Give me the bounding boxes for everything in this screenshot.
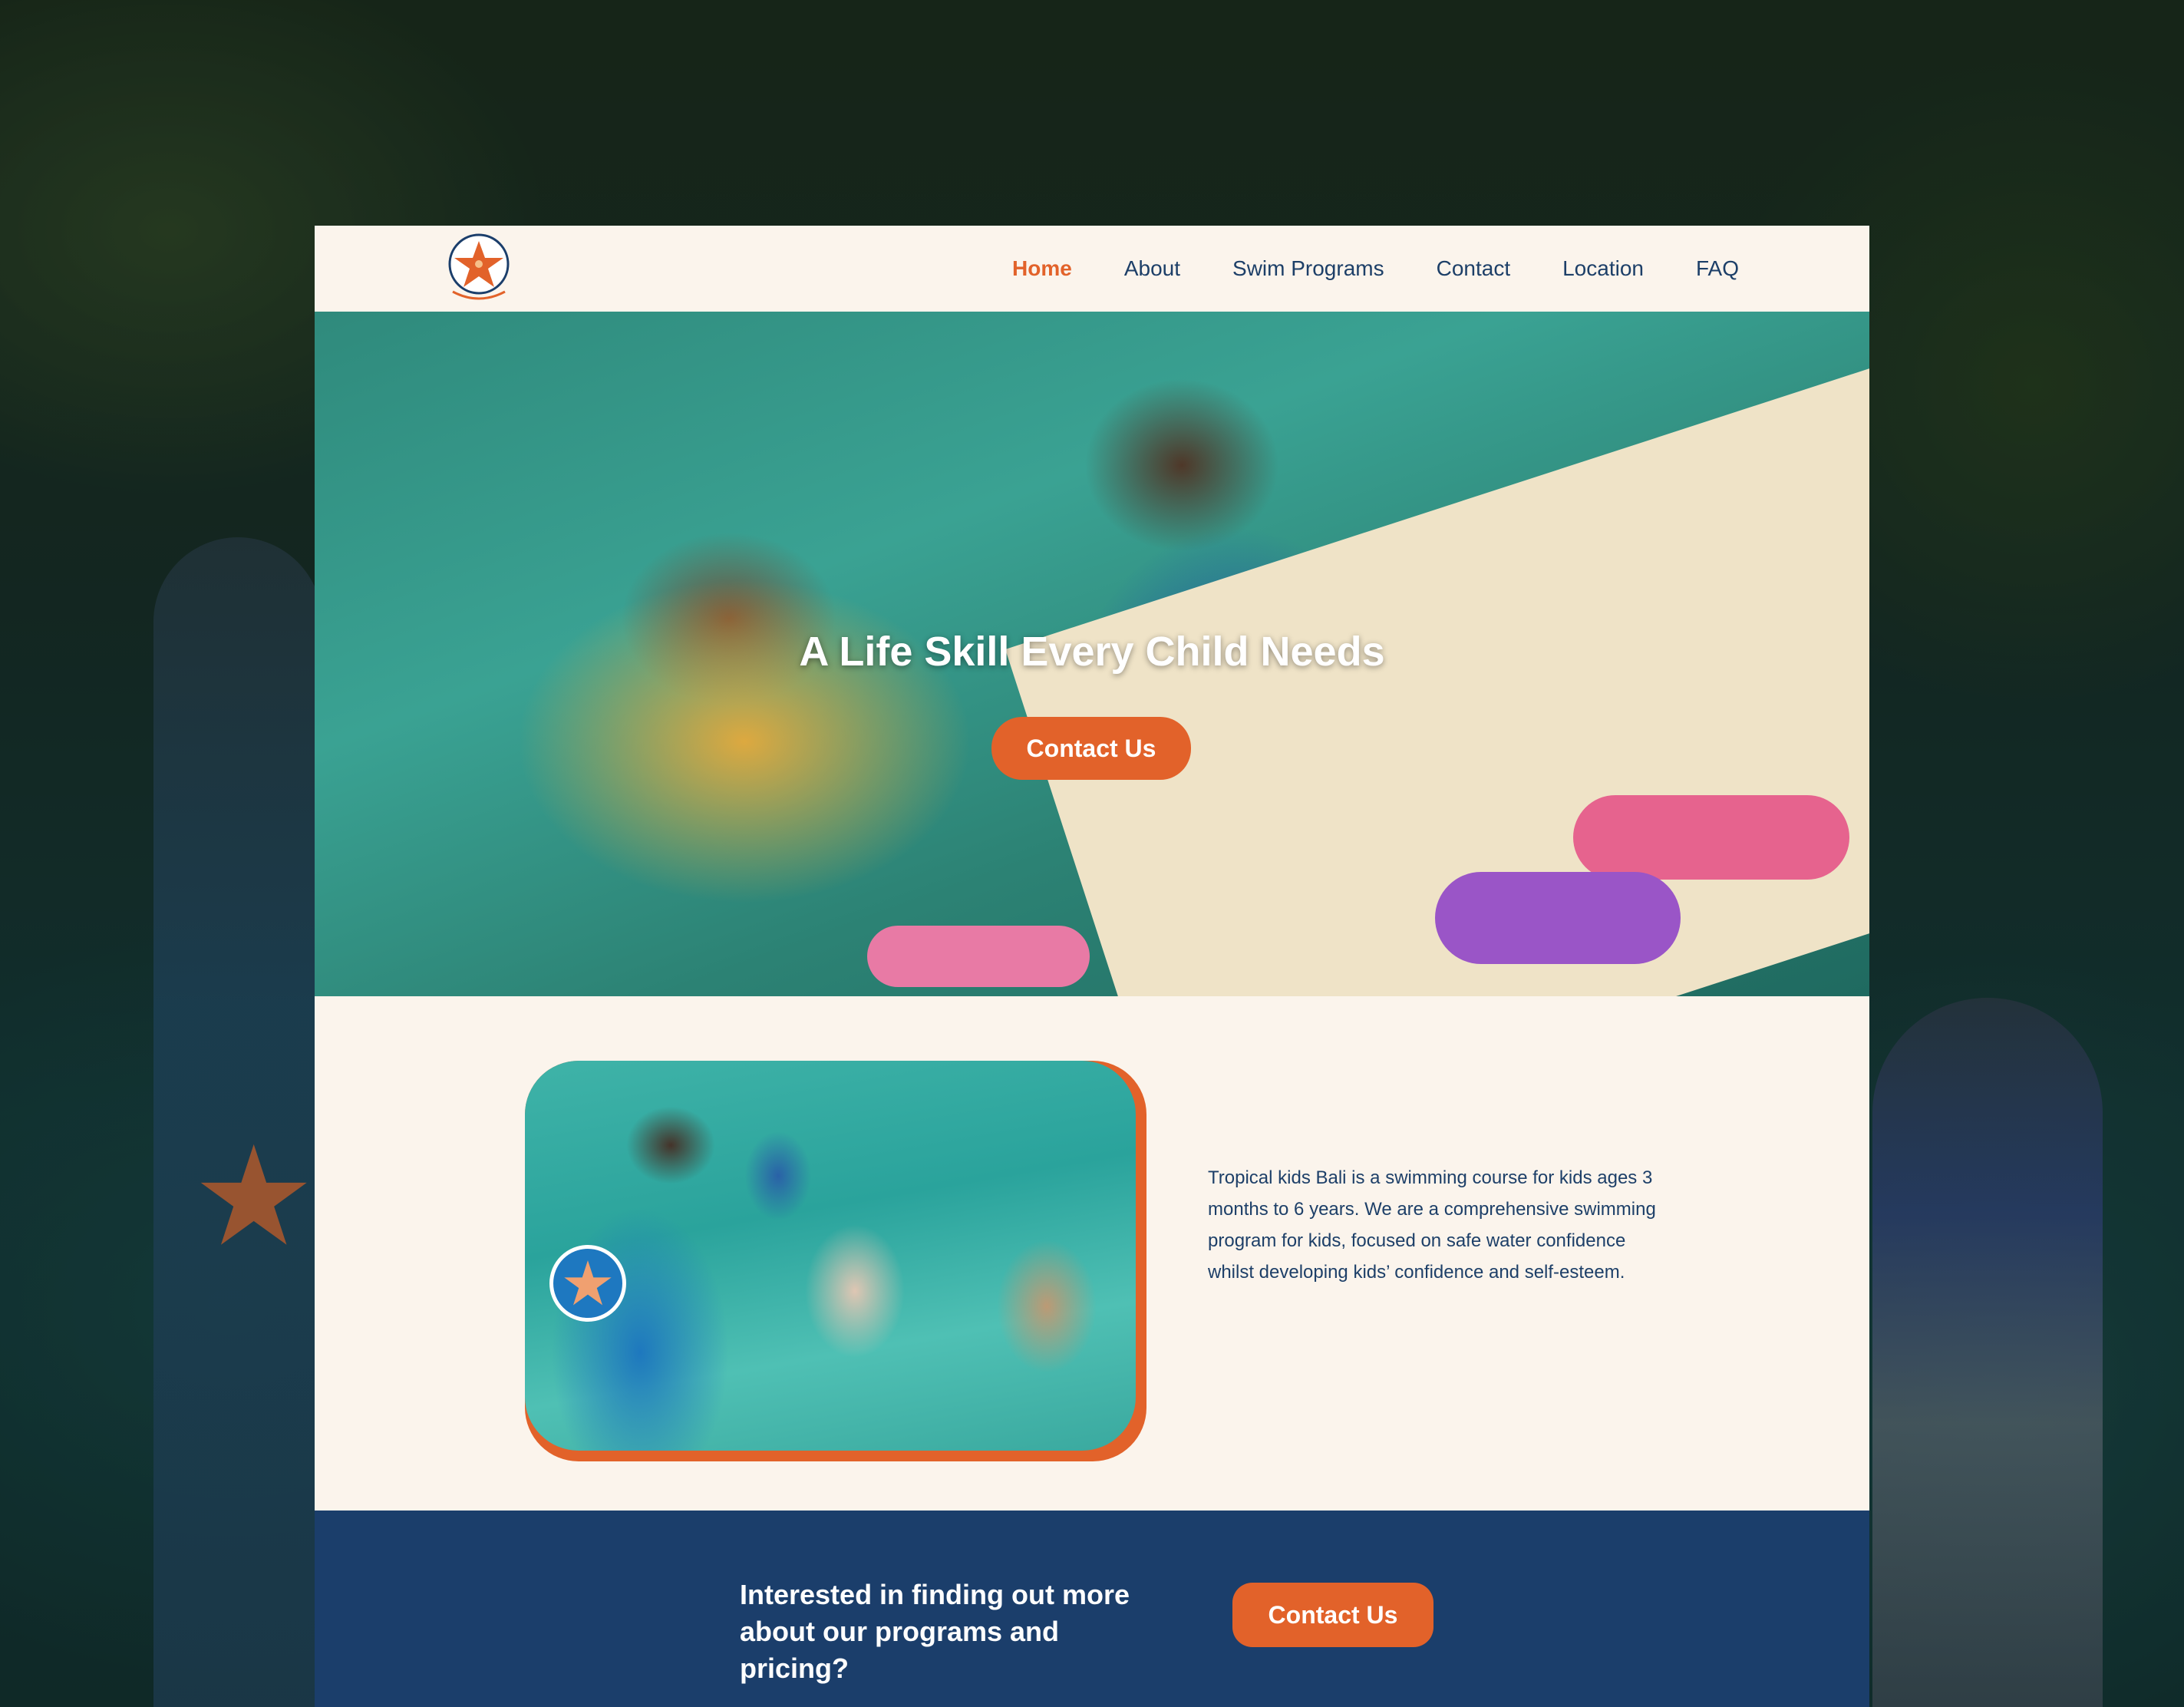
- navbar: Home About Swim Programs Contact Locatio…: [315, 226, 1869, 312]
- hero-photo-pink-foam-toy-2: [867, 926, 1090, 987]
- nav-home[interactable]: Home: [1012, 256, 1072, 281]
- swim-lesson-photo: ★: [525, 1061, 1136, 1451]
- cta-text: Interested in finding out more about our…: [740, 1577, 1170, 1687]
- nav-about[interactable]: About: [1124, 256, 1180, 281]
- background-child-figure: [1872, 998, 2103, 1707]
- nav-swim-programs[interactable]: Swim Programs: [1232, 256, 1384, 281]
- shirt-star-logo: ★: [549, 1245, 626, 1322]
- cta-text-line-1: Interested in finding out more: [740, 1579, 1130, 1610]
- nav-links: Home About Swim Programs Contact Locatio…: [1012, 226, 1739, 312]
- hero-title: A Life Skill Every Child Needs: [799, 629, 1385, 675]
- nav-contact[interactable]: Contact: [1437, 256, 1511, 281]
- website-page: Home About Swim Programs Contact Locatio…: [315, 226, 1869, 1707]
- hero-photo-pink-foam-toy: [1573, 795, 1849, 880]
- hero-photo-purple-foam-toy: [1435, 872, 1681, 964]
- cta-text-line-2: about our programs and pricing?: [740, 1616, 1060, 1684]
- hero-section: A Life Skill Every Child Needs Contact U…: [315, 312, 1869, 996]
- about-description: Tropical kids Bali is a swimming course …: [1208, 1167, 1656, 1283]
- about-image-frame: ★: [525, 1061, 1146, 1461]
- hero-contact-button[interactable]: Contact Us: [991, 717, 1191, 780]
- background-star-graphic: ★: [192, 1117, 316, 1277]
- tropical-kids-logo[interactable]: [444, 232, 514, 305]
- cta-contact-button[interactable]: Contact Us: [1232, 1583, 1433, 1647]
- nav-faq[interactable]: FAQ: [1696, 256, 1739, 281]
- nav-location[interactable]: Location: [1562, 256, 1644, 281]
